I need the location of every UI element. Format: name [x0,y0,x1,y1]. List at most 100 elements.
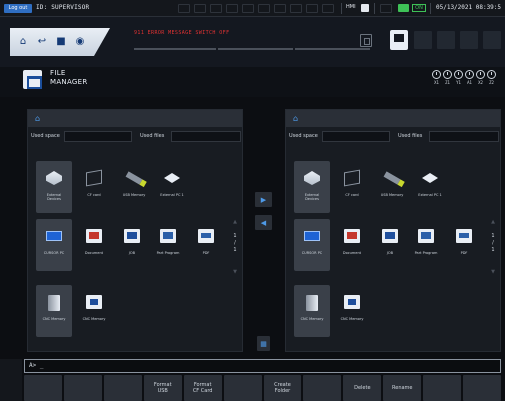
cursor-pc-icon [46,231,62,241]
scroll-down-icon[interactable]: ▼ [232,269,238,275]
back-icon[interactable]: ↩ [35,34,49,48]
axis-indicator: Z1 [443,70,452,85]
screen-icon[interactable] [360,34,372,47]
softkey-side-column [0,359,22,401]
format-cf-card-button[interactable]: Format CF Card [183,375,222,401]
rename-button[interactable]: Rename [383,375,422,401]
dial-icon [454,70,463,79]
scroll-down-icon[interactable]: ▼ [490,269,496,275]
page-indicator: 1 / 1 [233,233,237,253]
left-file-panel: ⌂ Used space Used files External Devices… [27,109,243,352]
tile-cf-card[interactable]: CF card [76,161,116,217]
camera-icon[interactable]: ◉ [73,34,87,48]
tile-part-program[interactable]: Part Program [408,219,448,275]
part-program-icon [160,229,176,243]
home-icon[interactable]: ⌂ [16,34,30,48]
used-files-label: Used files [140,133,165,139]
tile-cnc-memory-folder[interactable]: CNC Memory [334,285,374,341]
scroll-up-icon[interactable]: ▲ [490,219,496,225]
format-usb-button[interactable]: Format USB [143,375,182,401]
header-slot[interactable] [414,31,432,49]
delete-button[interactable]: Delete [343,375,382,401]
cnc-memory-icon [306,295,318,311]
scroll-up-icon[interactable]: ▲ [232,219,238,225]
right-scrollbar[interactable]: ▲ 1 / 1 ▼ [488,153,498,348]
document-icon [344,229,360,243]
tile-usb-memory[interactable]: USB Memory [116,161,156,217]
cnc-memory-folder-icon [344,295,360,309]
axis-indicator: X2 [476,70,485,85]
used-space-field [322,131,390,142]
softkey-6[interactable] [223,375,262,401]
alarm-message[interactable]: 911 ERROR MESSAGE SWITCH OFF [134,30,230,36]
header-slot[interactable] [483,31,501,49]
cnc-memory-folder-icon [86,295,102,309]
axis-indicator: A1 [465,70,474,85]
tile-pdf[interactable]: PDF [188,219,228,275]
cursor-pc-icon [304,231,320,241]
softkey-bar: Format USB Format CF Card Create Folder … [24,375,502,401]
softkey-8[interactable] [303,375,342,401]
copy-to-left-button[interactable]: ◀ [255,215,272,230]
monitor-icon[interactable] [390,30,408,50]
lamp-status-icon [226,4,238,13]
external-pc-icon [422,173,438,183]
tile-cnc-memory[interactable]: CNC Memory [36,285,76,341]
pdf-icon [456,229,472,243]
home-icon[interactable]: ⌂ [32,113,43,124]
header-slot[interactable] [437,31,455,49]
tile-cf-card[interactable]: CF card [334,161,374,217]
tile-cursor-pc[interactable]: CURSOR PC [294,219,334,275]
tile-part-program[interactable]: Part Program [150,219,190,275]
hmi-label: HMI [346,4,356,10]
page-indicator: 1 / 1 [491,233,495,253]
copy-to-right-button[interactable]: ▶ [255,192,272,207]
tile-label: CNC Memory [340,317,364,321]
tile-document[interactable]: Document [76,219,116,275]
tile-usb-memory[interactable]: USB Memory [374,161,414,217]
dial-icon [487,70,496,79]
tile-plate [36,161,72,213]
dial-icon [476,70,485,79]
tile-cursor-pc[interactable]: CURSOR PC [36,219,76,275]
status-separator [374,3,375,14]
tile-job[interactable]: JOB [372,219,412,275]
axis-status-icon [290,4,302,13]
softkey-12[interactable] [463,375,502,401]
used-files-label: Used files [398,133,423,139]
status-separator [430,3,431,14]
file-manager-icon [23,70,42,89]
softkey-2[interactable] [63,375,102,401]
tile-job[interactable]: JOB [114,219,154,275]
command-line-input[interactable]: A> _ [24,359,501,373]
progress-segment [295,48,370,50]
softkey-1[interactable] [24,375,62,401]
home-icon[interactable]: ⌂ [290,113,301,124]
tile-cnc-memory[interactable]: CNC Memory [294,285,334,341]
job-icon [382,229,398,243]
lock-icon[interactable]: ■ [54,34,68,48]
header-slot[interactable] [460,31,478,49]
nav-cluster: ⌂ ↩ ■ ◉ [10,28,110,56]
logout-button[interactable]: Log out [4,4,32,13]
green-status-icon [398,4,409,12]
tile-cnc-memory-folder[interactable]: CNC Memory [76,285,116,341]
axis-label: X1 [434,80,439,85]
tile-document[interactable]: Document [334,219,374,275]
softkey-11[interactable] [423,375,462,401]
dial-icon [443,70,452,79]
info-button[interactable]: ▦ [257,336,270,351]
tile-external-devices[interactable]: External Devices [294,161,334,217]
tile-external-pc[interactable]: External PC 1 [412,161,452,217]
tile-external-pc[interactable]: External PC 1 [154,161,194,217]
job-icon [124,229,140,243]
softkey-3[interactable] [103,375,142,401]
tile-pdf[interactable]: PDF [446,219,486,275]
page-title: FILE MANAGER [50,69,88,86]
program-status-icon [274,4,286,13]
create-folder-button[interactable]: Create Folder [263,375,302,401]
cf-card-icon [344,169,360,187]
tile-external-devices[interactable]: External Devices [36,161,76,217]
left-scrollbar[interactable]: ▲ 1 / 1 ▼ [230,153,240,348]
tile-plate [294,219,330,271]
